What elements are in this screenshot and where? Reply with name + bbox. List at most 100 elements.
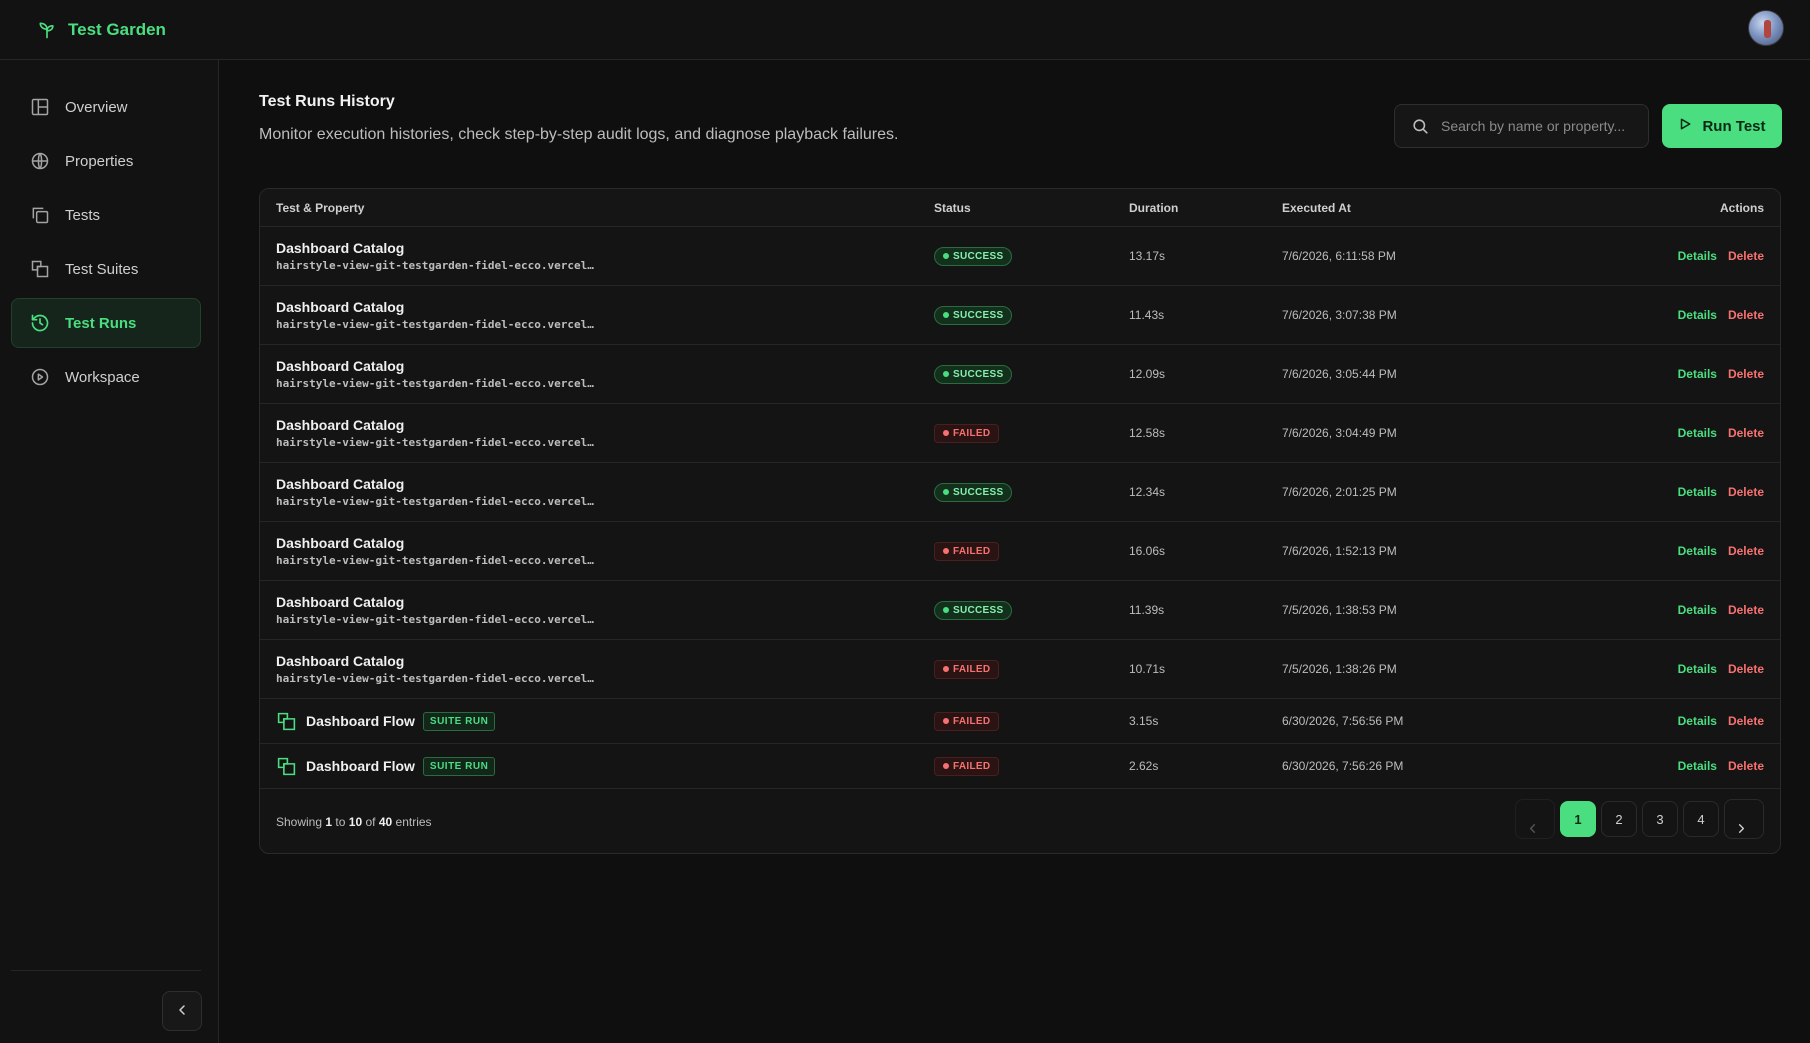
- executed-at-cell: 7/6/2026, 3:05:44 PM: [1282, 367, 1397, 381]
- sidebar-item-label: Test Runs: [65, 314, 137, 332]
- property-url: hairstyle-view-git-testgarden-fidel-ecco…: [276, 318, 594, 331]
- search-box[interactable]: [1394, 104, 1649, 148]
- status-dot: [943, 607, 949, 613]
- duration-cell: 3.15s: [1129, 714, 1159, 728]
- delete-link[interactable]: Delete: [1728, 249, 1764, 263]
- status-badge: FAILED: [934, 711, 1000, 731]
- suite-run-tag: SUITE RUN: [422, 711, 496, 731]
- run-test-button[interactable]: Run Test: [1662, 104, 1782, 148]
- test-name: Dashboard Catalog: [276, 476, 405, 492]
- duration-cell: 13.17s: [1129, 249, 1166, 263]
- test-name: Dashboard Catalog: [276, 653, 405, 669]
- sidebar-item-test-runs[interactable]: Test Runs: [11, 298, 201, 348]
- status-label: FAILED: [953, 715, 991, 727]
- actions-cell: Details Delete: [1678, 249, 1764, 263]
- duration-cell: 12.58s: [1129, 426, 1166, 440]
- page-button-2[interactable]: 2: [1601, 801, 1637, 837]
- delete-link[interactable]: Delete: [1728, 485, 1764, 499]
- test-name: Dashboard Catalog: [276, 358, 405, 374]
- table-row: Dashboard Catalog hairstyle-view-git-test…: [260, 640, 1780, 699]
- next-page-button[interactable]: [1724, 799, 1764, 839]
- history-icon: [29, 312, 51, 334]
- details-link[interactable]: Details: [1678, 544, 1717, 558]
- page-button-4[interactable]: 4: [1683, 801, 1719, 837]
- details-link[interactable]: Details: [1678, 249, 1717, 263]
- property-url: hairstyle-view-git-testgarden-fidel-ecco…: [276, 495, 594, 508]
- executed-at-cell: 6/30/2026, 7:56:26 PM: [1282, 759, 1404, 773]
- actions-cell: Details Delete: [1678, 662, 1764, 676]
- showing-prefix: Showing: [276, 815, 323, 829]
- status-label: FAILED: [953, 545, 991, 557]
- delete-link[interactable]: Delete: [1728, 714, 1764, 728]
- sidebar-item-properties[interactable]: Properties: [11, 136, 201, 186]
- status-label: FAILED: [953, 427, 991, 439]
- delete-link[interactable]: Delete: [1728, 603, 1764, 617]
- table-row: Dashboard Flow SUITE RUN FAILED 3.15s 6/30/2…: [260, 699, 1780, 744]
- details-link[interactable]: Details: [1678, 603, 1717, 617]
- test-name: Dashboard Catalog: [276, 240, 405, 256]
- sidebar-item-test-suites[interactable]: Test Suites: [11, 244, 201, 294]
- details-link[interactable]: Details: [1678, 759, 1717, 773]
- details-link[interactable]: Details: [1678, 367, 1717, 381]
- previous-page-button[interactable]: [1515, 799, 1555, 839]
- delete-link[interactable]: Delete: [1728, 759, 1764, 773]
- details-link[interactable]: Details: [1678, 308, 1717, 322]
- property-url: hairstyle-view-git-testgarden-fidel-ecco…: [276, 377, 594, 390]
- app-name: Test Garden: [68, 19, 166, 39]
- test-cell: Dashboard Catalog hairstyle-view-git-test…: [276, 653, 594, 685]
- status-label: SUCCESS: [953, 368, 1004, 380]
- run-test-label: Run Test: [1702, 117, 1766, 135]
- chevron-left-icon: [174, 1002, 190, 1021]
- page-button-1[interactable]: 1: [1560, 801, 1596, 837]
- avatar[interactable]: [1748, 10, 1784, 46]
- delete-link[interactable]: Delete: [1728, 662, 1764, 676]
- showing-to: 10: [348, 815, 363, 829]
- column-header-test: Test & Property: [276, 200, 365, 215]
- suite-run-tag: SUITE RUN: [422, 756, 496, 776]
- delete-link[interactable]: Delete: [1728, 426, 1764, 440]
- details-link[interactable]: Details: [1678, 662, 1717, 676]
- sidebar: Overview Properties Tests Test Suites Test R…: [0, 60, 219, 1043]
- pagination: 1234: [1515, 799, 1764, 839]
- status-dot: [943, 371, 949, 377]
- test-runs-table: Test & Property Status Duration Executed…: [259, 188, 1781, 854]
- details-link[interactable]: Details: [1678, 485, 1717, 499]
- delete-link[interactable]: Delete: [1728, 367, 1764, 381]
- page-button-3[interactable]: 3: [1642, 801, 1678, 837]
- delete-link[interactable]: Delete: [1728, 308, 1764, 322]
- table-row: Dashboard Flow SUITE RUN FAILED 2.62s 6/30/2…: [260, 744, 1780, 789]
- duration-cell: 12.09s: [1129, 367, 1166, 381]
- test-cell: Dashboard Catalog hairstyle-view-git-test…: [276, 417, 594, 449]
- status-badge: SUCCESS: [934, 305, 1013, 325]
- sidebar-item-label: Properties: [65, 152, 134, 170]
- sidebar-item-workspace[interactable]: Workspace: [11, 352, 201, 402]
- status-label: FAILED: [953, 760, 991, 772]
- sidebar-item-tests[interactable]: Tests: [11, 190, 201, 240]
- status-badge: FAILED: [934, 659, 1000, 679]
- details-link[interactable]: Details: [1678, 426, 1717, 440]
- duration-cell: 16.06s: [1129, 544, 1166, 558]
- chevron-right-icon: [1734, 821, 1749, 839]
- sidebar-item-overview[interactable]: Overview: [11, 82, 201, 132]
- table-body: Dashboard Catalog hairstyle-view-git-test…: [260, 227, 1780, 789]
- details-link[interactable]: Details: [1678, 714, 1717, 728]
- suite-icon: [29, 258, 51, 280]
- delete-link[interactable]: Delete: [1728, 544, 1764, 558]
- status-dot: [943, 312, 949, 318]
- table-footer: Showing 1 to 10 of 40 entries 1234: [260, 789, 1780, 853]
- status-label: SUCCESS: [953, 486, 1004, 498]
- brand[interactable]: Test Garden: [36, 19, 166, 41]
- collapse-sidebar-button[interactable]: [162, 991, 202, 1031]
- actions-cell: Details Delete: [1678, 367, 1764, 381]
- status-dot: [943, 666, 949, 672]
- actions-cell: Details Delete: [1678, 308, 1764, 322]
- search-input[interactable]: [1441, 118, 1641, 134]
- actions-cell: Details Delete: [1678, 426, 1764, 440]
- showing-total: 40: [378, 815, 393, 829]
- test-cell: Dashboard Catalog hairstyle-view-git-test…: [276, 358, 594, 390]
- status-dot: [943, 489, 949, 495]
- actions-cell: Details Delete: [1678, 544, 1764, 558]
- status-dot: [943, 718, 949, 724]
- status-badge: FAILED: [934, 756, 1000, 776]
- executed-at-cell: 6/30/2026, 7:56:56 PM: [1282, 714, 1404, 728]
